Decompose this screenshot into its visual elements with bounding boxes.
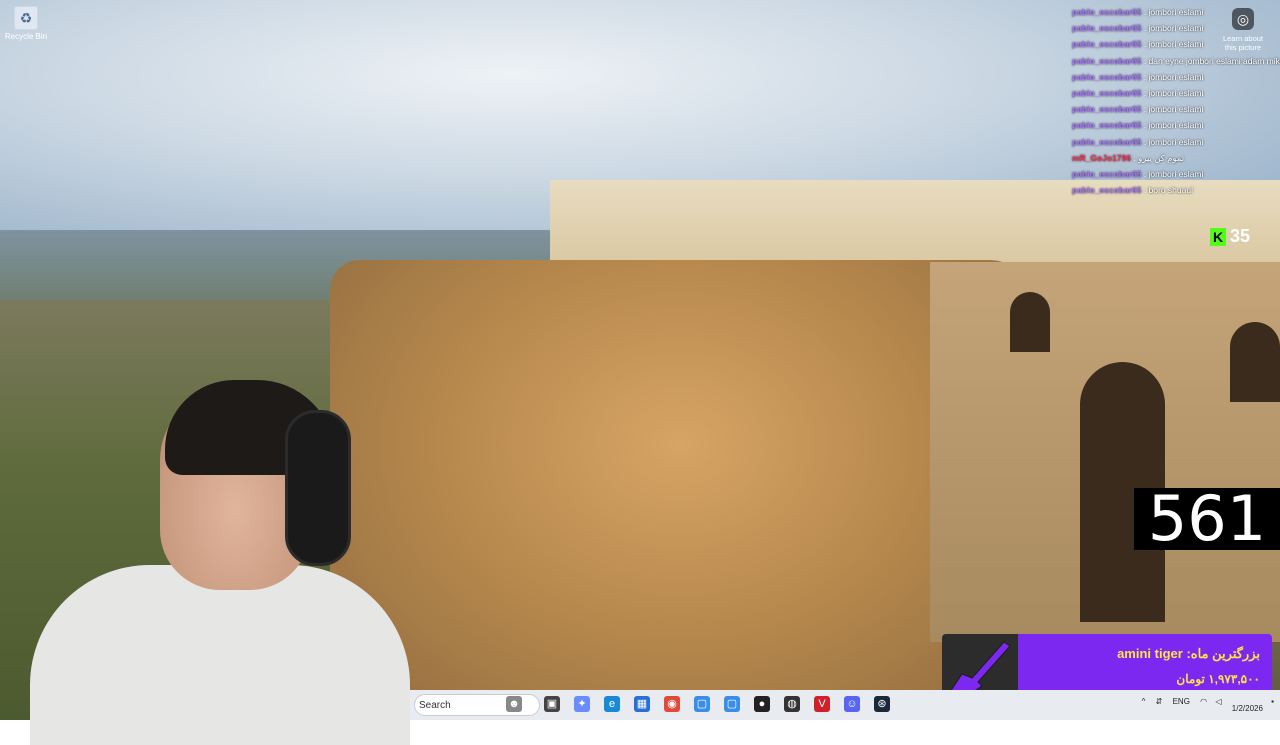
github-icon[interactable]: ◍ xyxy=(784,696,800,712)
chat-message: pablo_escobar65 : jombori eslami xyxy=(1072,88,1204,99)
window-app-icon[interactable]: ▢ xyxy=(694,696,710,712)
chat-text: jombori eslami xyxy=(1148,23,1204,34)
camera-icon: ◎ xyxy=(1232,8,1254,30)
recycle-bin-label: Recycle Bin xyxy=(4,32,48,41)
chat-text: jombori eslami xyxy=(1148,136,1204,147)
wallpaper-cliff xyxy=(330,260,1030,720)
steam-icon[interactable]: ⊛ xyxy=(874,696,890,712)
chat-username[interactable]: pablo_escobar65 xyxy=(1072,72,1141,82)
chat-username[interactable]: pablo_escobar65 xyxy=(1072,104,1141,114)
chat-text: jombori eslami xyxy=(1148,120,1204,131)
learn-about-picture-label: Learn about this picture xyxy=(1222,34,1264,52)
discord-icon[interactable]: ☺ xyxy=(844,696,860,712)
obs-icon[interactable]: ● xyxy=(754,696,770,712)
counter-overlay: 561 xyxy=(1134,488,1280,550)
edge-icon[interactable]: e xyxy=(604,696,620,712)
wifi-icon[interactable]: ◠ xyxy=(1200,697,1207,706)
chat-text: jombori eslami xyxy=(1148,71,1204,82)
chat-text: boro shuaul xyxy=(1148,185,1193,196)
chat-message: pablo_escobar65 : jombori eslami xyxy=(1072,136,1204,147)
language-indicator[interactable]: ENG xyxy=(1173,697,1190,706)
volume-icon[interactable]: ◁ xyxy=(1215,697,1221,706)
chat-username[interactable]: pablo_escobar65 xyxy=(1072,185,1141,195)
task-view-icon[interactable]: ▣ xyxy=(544,696,560,712)
taskbar: Search ☻ ▣ ✦ e ▦ ◉ ▢ ▢ ● ◍ V ☺ ⊛ ^ ⇵ ENG… xyxy=(410,690,1280,720)
chat-text: jombori eslami xyxy=(1148,169,1204,180)
headphones-icon xyxy=(285,410,351,566)
donation-alert: بزرگترین ماه: amini tiger ۱,۹۷۳,۵۰۰ توما… xyxy=(942,634,1272,698)
vivaldi-icon[interactable]: V xyxy=(814,696,830,712)
chrome-icon[interactable]: ◉ xyxy=(664,696,680,712)
chat-username[interactable]: pablo_escobar65 xyxy=(1072,39,1141,49)
notification-icon[interactable]: ▪ xyxy=(1271,697,1274,706)
chat-message: pablo_escobar65 : dan eyne jombori eslam… xyxy=(1072,53,1280,69)
chat-text: jombori eslami xyxy=(1148,88,1204,99)
system-tray: ^ ⇵ ENG ◠ ◁ 1/2/2026 ▪ xyxy=(1142,690,1274,720)
search-placeholder: Search xyxy=(419,700,451,711)
recycle-bin-icon: ♻ xyxy=(14,6,38,30)
donation-name: amini tiger xyxy=(1117,646,1183,661)
wallpaper-bridge xyxy=(930,262,1280,642)
chat-username[interactable]: mR_GoJo1796 xyxy=(1072,153,1131,163)
copilot-icon[interactable]: ☻ xyxy=(506,696,522,712)
viewer-count: 35 xyxy=(1230,226,1251,246)
tray-overflow-icon[interactable]: ^ xyxy=(1142,697,1146,706)
chat-username[interactable]: pablo_escobar65 xyxy=(1072,169,1141,179)
chat-message: pablo_escobar65 : jombori eslami xyxy=(1072,104,1204,115)
window-app-2-icon[interactable]: ▢ xyxy=(724,696,740,712)
chat-username[interactable]: pablo_escobar65 xyxy=(1072,23,1141,33)
chat-message: pablo_escobar65 : jombori eslami xyxy=(1072,71,1204,82)
donation-top-label: بزرگترین ماه: xyxy=(1186,646,1260,661)
rifle-icon xyxy=(942,634,1018,698)
clock-date[interactable]: 1/2/2026 xyxy=(1232,704,1263,713)
store-icon[interactable]: ▦ xyxy=(634,696,650,712)
chat-text: jombori eslami xyxy=(1148,7,1204,17)
chat-username[interactable]: pablo_escobar65 xyxy=(1072,7,1141,17)
chat-text: dan eyne jombori eslami adam mikoshi xyxy=(1148,55,1280,66)
donation-amount: ۱,۹۷۳,۵۰۰ تومان xyxy=(1176,672,1260,686)
webcam-shirt xyxy=(30,565,410,745)
webcam-overlay xyxy=(0,380,425,745)
kick-logo-icon: K xyxy=(1210,228,1226,246)
network-icon[interactable]: ⇵ xyxy=(1156,697,1163,706)
donation-title: بزرگترین ماه: amini tiger xyxy=(1117,646,1260,662)
chat-text: jombori eslami xyxy=(1148,104,1204,115)
viewer-count-widget: K 35 xyxy=(1210,226,1250,247)
chat-username[interactable]: pablo_escobar65 xyxy=(1072,120,1141,130)
chat-username[interactable]: pablo_escobar65 xyxy=(1072,137,1141,147)
chat-username[interactable]: pablo_escobar65 xyxy=(1072,56,1141,66)
chat-text: jombori eslami xyxy=(1148,39,1204,50)
learn-about-picture[interactable]: ◎ Learn about this picture xyxy=(1218,8,1268,52)
chat-message: mR_GoJo1796 : تموم کن پیرو xyxy=(1072,152,1185,163)
chat-text: تموم کن پیرو xyxy=(1138,152,1185,163)
windows-copilot-icon[interactable]: ✦ xyxy=(574,696,590,712)
chat-username[interactable]: pablo_escobar65 xyxy=(1072,88,1141,98)
chat-message: pablo_escobar65 : boro shuaul xyxy=(1072,185,1193,196)
chat-message: pablo_escobar65 : jombori eslami xyxy=(1072,120,1204,131)
chat-message: pablo_escobar65 : jombori eslami xyxy=(1072,169,1204,180)
recycle-bin-shortcut[interactable]: ♻ Recycle Bin xyxy=(4,6,48,41)
